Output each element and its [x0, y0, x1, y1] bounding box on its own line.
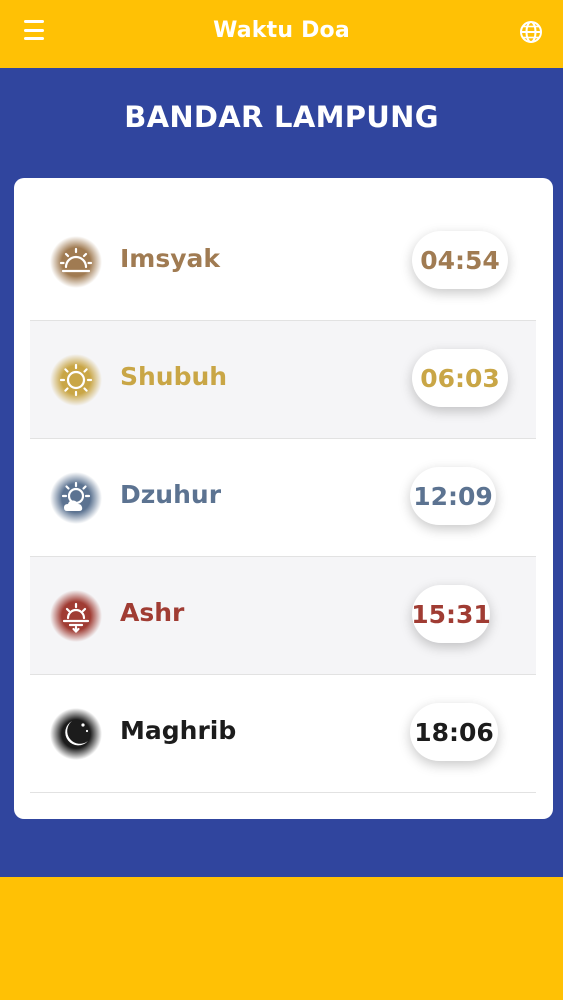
- prayer-row-shubuh[interactable]: Shubuh 06:03: [30, 321, 536, 439]
- sunset-icon: [50, 590, 102, 642]
- sunrise-icon: [50, 236, 102, 288]
- prayer-time: 06:03: [412, 349, 508, 407]
- prayer-row-ashr[interactable]: Ashr 15:31: [30, 557, 536, 675]
- top-app-bar: Waktu Doa: [0, 0, 563, 68]
- moon-icon: [50, 708, 102, 760]
- prayer-row-maghrib[interactable]: Maghrib 18:06: [30, 675, 536, 793]
- prayer-name: Dzuhur: [120, 480, 222, 509]
- prayer-time: 18:06: [410, 703, 498, 761]
- prayer-times-card: Imsyak 04:54 Shubuh 06:03 Dzuhur 12:09 A…: [14, 178, 553, 819]
- prayer-name: Ashr: [120, 598, 185, 627]
- city-title: BANDAR LAMPUNG: [124, 100, 439, 134]
- prayer-time: 12:09: [410, 467, 496, 525]
- prayer-time: 04:54: [412, 231, 508, 289]
- prayer-row-dzuhur[interactable]: Dzuhur 12:09: [30, 439, 536, 557]
- prayer-row-imsyak[interactable]: Imsyak 04:54: [30, 203, 536, 321]
- prayer-name: Shubuh: [120, 362, 228, 391]
- prayer-time: 15:31: [411, 585, 491, 643]
- sun-cloud-icon: [50, 472, 102, 524]
- globe-icon[interactable]: [519, 20, 543, 44]
- sun-icon: [50, 354, 102, 406]
- prayer-name: Maghrib: [120, 716, 237, 745]
- prayer-name: Imsyak: [120, 244, 221, 273]
- app-title: Waktu Doa: [213, 18, 350, 43]
